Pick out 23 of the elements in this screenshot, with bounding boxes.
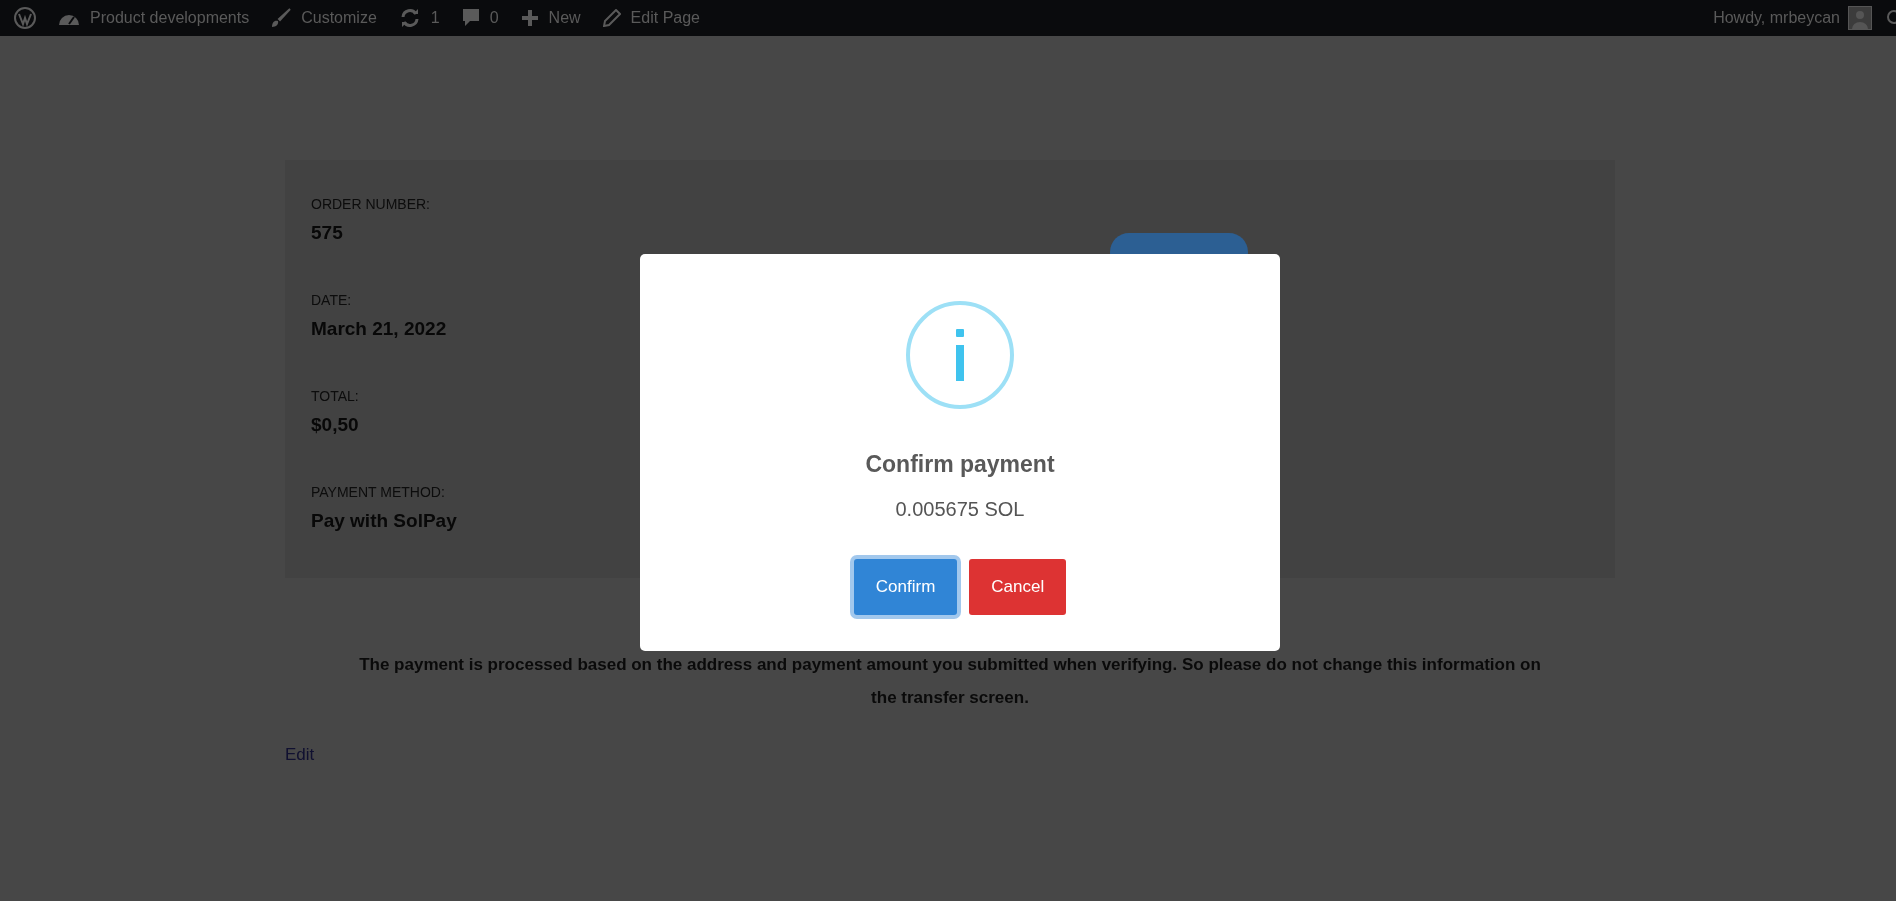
dialog-title: Confirm payment bbox=[865, 451, 1055, 478]
plus-icon bbox=[520, 9, 539, 27]
detail-value: $0,50 bbox=[311, 414, 359, 436]
detail-value: Pay with SolPay bbox=[311, 510, 457, 532]
account-greeting[interactable]: Howdy, mrbeycan bbox=[1713, 9, 1840, 27]
avatar-icon[interactable] bbox=[1848, 6, 1872, 30]
paintbrush-icon bbox=[271, 8, 292, 28]
detail-value: 575 bbox=[311, 222, 343, 244]
info-icon bbox=[906, 301, 1014, 409]
admin-bar-link[interactable]: Edit Page bbox=[630, 9, 700, 27]
admin-bar-link[interactable]: Product developments bbox=[90, 9, 250, 27]
payment-notice: The payment is processed based on the address and payment amount you submitted when verifying. So please do not change this information on the transfer screen. bbox=[358, 654, 1542, 709]
detail-value: March 21, 2022 bbox=[311, 318, 447, 340]
payment-amount: 0.005675 SOL bbox=[895, 498, 1025, 521]
admin-bar-link[interactable]: Customize bbox=[301, 9, 377, 27]
comment-count[interactable]: 0 bbox=[489, 9, 499, 27]
confirm-button[interactable]: Confirm bbox=[853, 559, 958, 615]
update-count[interactable]: 1 bbox=[430, 9, 440, 27]
wordpress-logo-icon[interactable] bbox=[14, 7, 36, 29]
speech-bubble-icon bbox=[461, 8, 480, 28]
admin-bar-link[interactable]: New bbox=[548, 9, 581, 27]
cancel-button[interactable]: Cancel bbox=[969, 559, 1067, 615]
pencil-icon bbox=[602, 9, 621, 27]
